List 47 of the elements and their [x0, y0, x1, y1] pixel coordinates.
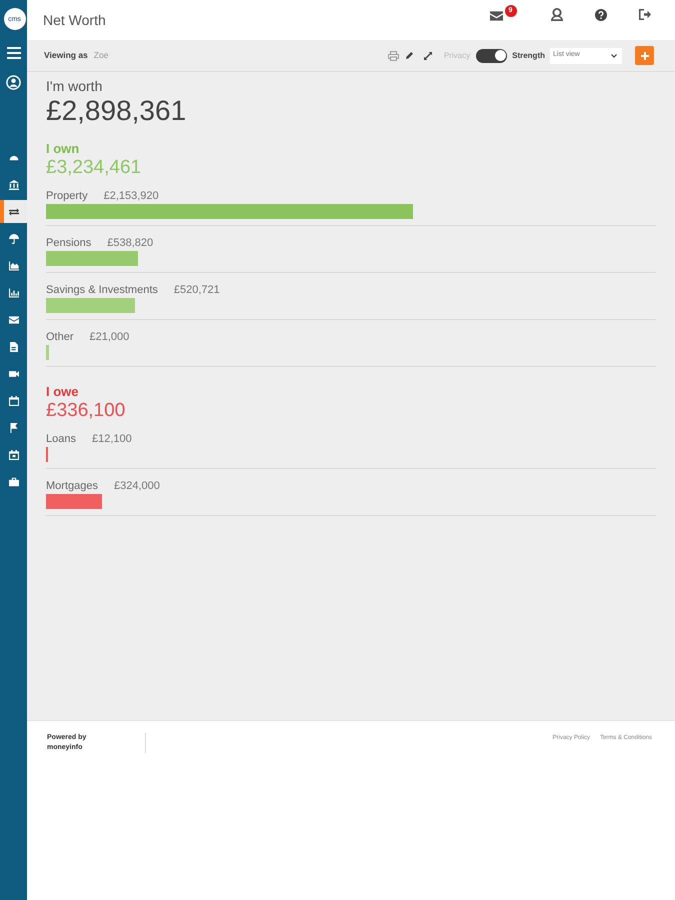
strength-label: Strength [512, 50, 545, 62]
area-chart-icon [9, 260, 19, 270]
viewer-name: Zoe [94, 49, 108, 62]
bank-icon [9, 180, 19, 190]
net-worth-label: I'm worth [46, 78, 104, 94]
item-amount: £324,000 [114, 480, 160, 493]
envelope-icon [9, 314, 19, 324]
briefcase-icon [9, 476, 19, 486]
item-amount: £2,153,920 [104, 190, 159, 203]
mode-switch[interactable] [476, 48, 508, 62]
item-label: Mortgages [46, 480, 98, 493]
add-button[interactable] [635, 46, 654, 65]
calendar-icon [9, 396, 19, 406]
viewing-as-label: Viewing as [44, 49, 88, 62]
menu-icon[interactable] [6, 47, 20, 59]
video-camera-icon [9, 368, 19, 378]
plus-icon [640, 52, 648, 60]
item-amount: £21,000 [90, 331, 130, 344]
chevron-down-icon [611, 54, 617, 58]
item-amount: £12,100 [92, 433, 132, 446]
document-icon [9, 342, 19, 352]
bar-chart-icon [9, 288, 19, 298]
user-icon[interactable] [551, 8, 563, 21]
item-label: Loans [46, 433, 76, 446]
logout-icon[interactable] [639, 9, 651, 20]
page-title: Net Worth [43, 10, 106, 30]
item-label: Pensions [46, 237, 92, 250]
item-amount: £538,820 [107, 237, 154, 250]
user-icon[interactable] [6, 75, 21, 90]
flag-icon [9, 422, 19, 432]
section-total: £3,234,461 [46, 157, 142, 179]
item-label: Property [46, 190, 88, 203]
item-label: Savings & Investments [46, 284, 158, 297]
item-amount: £520,721 [174, 284, 220, 297]
item-label: Other [46, 331, 74, 344]
section-heading: I own [46, 141, 80, 157]
calendar-icon [9, 450, 19, 460]
section-total: £336,100 [46, 400, 126, 422]
nav-button[interactable] [0, 200, 27, 223]
mail-icon[interactable] [490, 10, 502, 20]
help-icon[interactable] [595, 8, 607, 20]
pencil-icon[interactable] [406, 52, 413, 59]
transfer-icon [9, 206, 19, 216]
expand-icon[interactable] [424, 52, 432, 60]
net-worth-amount: £2,898,361 [46, 94, 188, 128]
umbrella-icon [9, 234, 19, 244]
section-heading: I owe [46, 384, 80, 400]
